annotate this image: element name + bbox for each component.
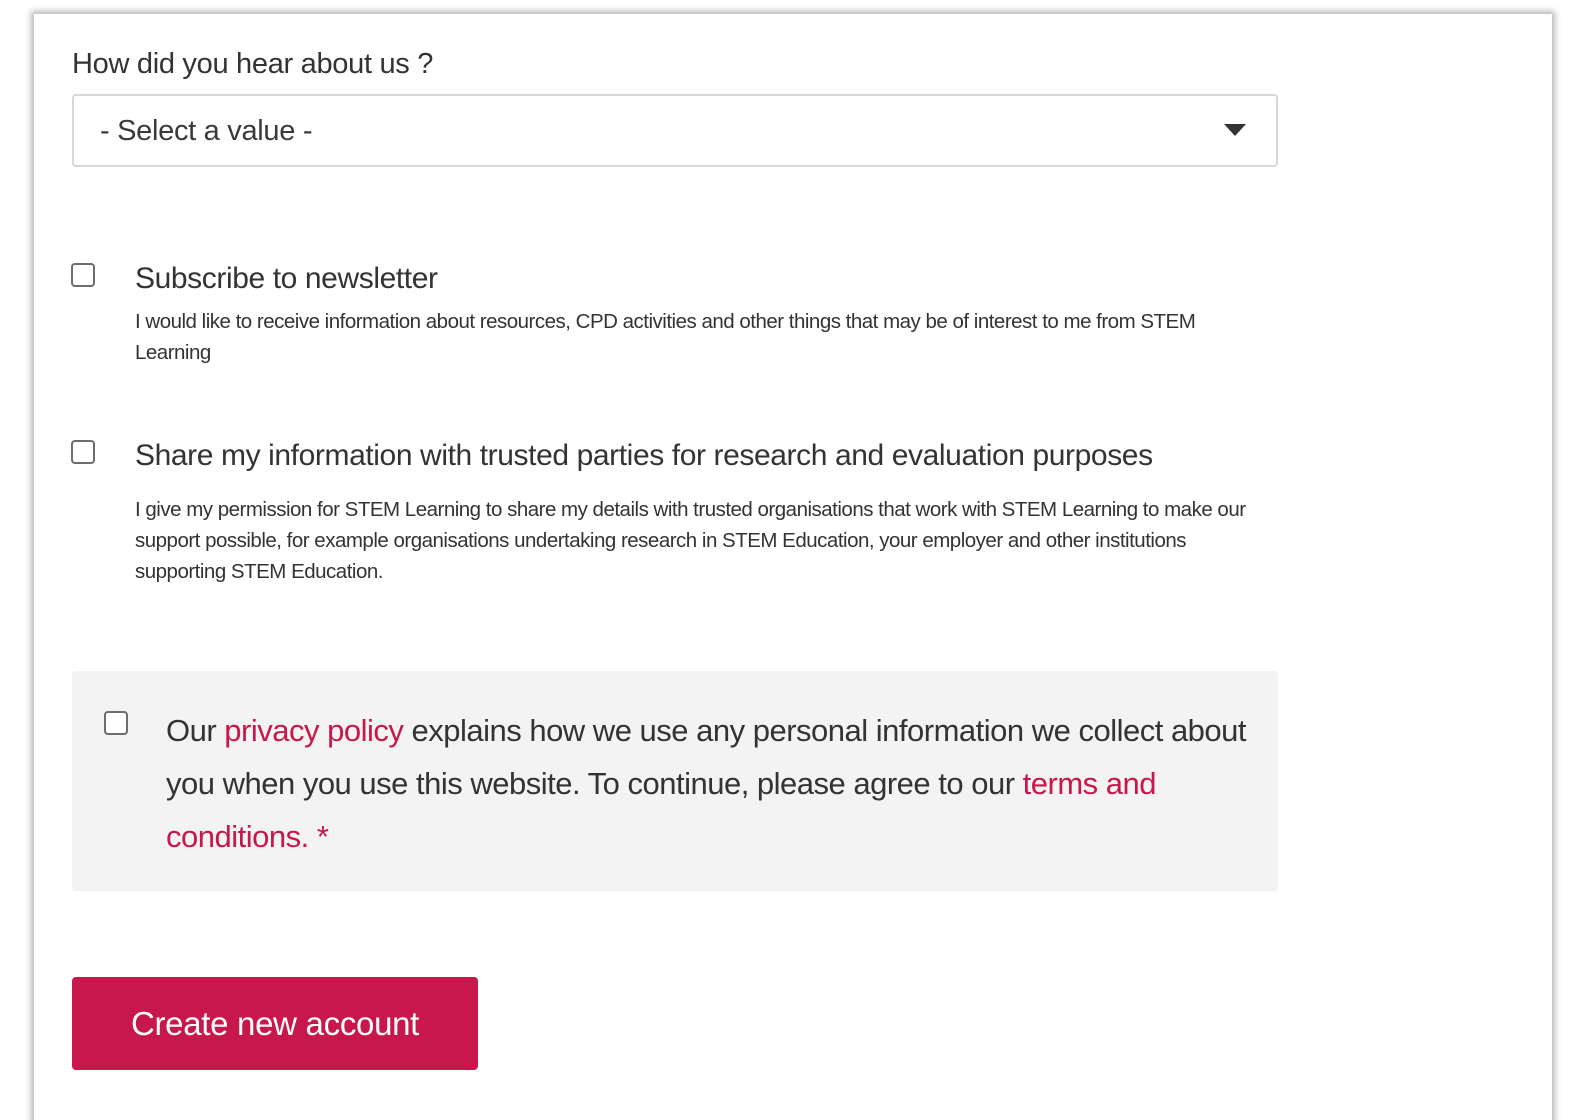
create-account-button[interactable]: Create new account: [72, 977, 478, 1070]
share-info-title: Share my information with trusted partie…: [135, 439, 1153, 472]
share-info-description: I give my permission for STEM Learning t…: [135, 498, 1246, 583]
privacy-policy-link[interactable]: privacy policy: [224, 713, 404, 748]
select-value: - Select a value -: [100, 115, 313, 147]
privacy-prefix: Our: [166, 713, 225, 748]
newsletter-description: I would like to receive information abou…: [135, 310, 1196, 364]
required-marker: *: [316, 819, 329, 854]
hear-about-us-label: How did you hear about us ?: [72, 48, 434, 80]
privacy-consent-text: Our privacy policy explains how we use a…: [166, 704, 1256, 863]
newsletter-title: Subscribe to newsletter: [135, 262, 438, 295]
privacy-consent-checkbox[interactable]: [104, 711, 128, 735]
caret-down-icon: [1224, 124, 1246, 136]
newsletter-checkbox[interactable]: [71, 263, 95, 287]
hear-about-us-select[interactable]: - Select a value -: [72, 94, 1278, 167]
share-info-checkbox[interactable]: [71, 440, 95, 464]
page: How did you hear about us ? - Select a v…: [0, 0, 1584, 1120]
